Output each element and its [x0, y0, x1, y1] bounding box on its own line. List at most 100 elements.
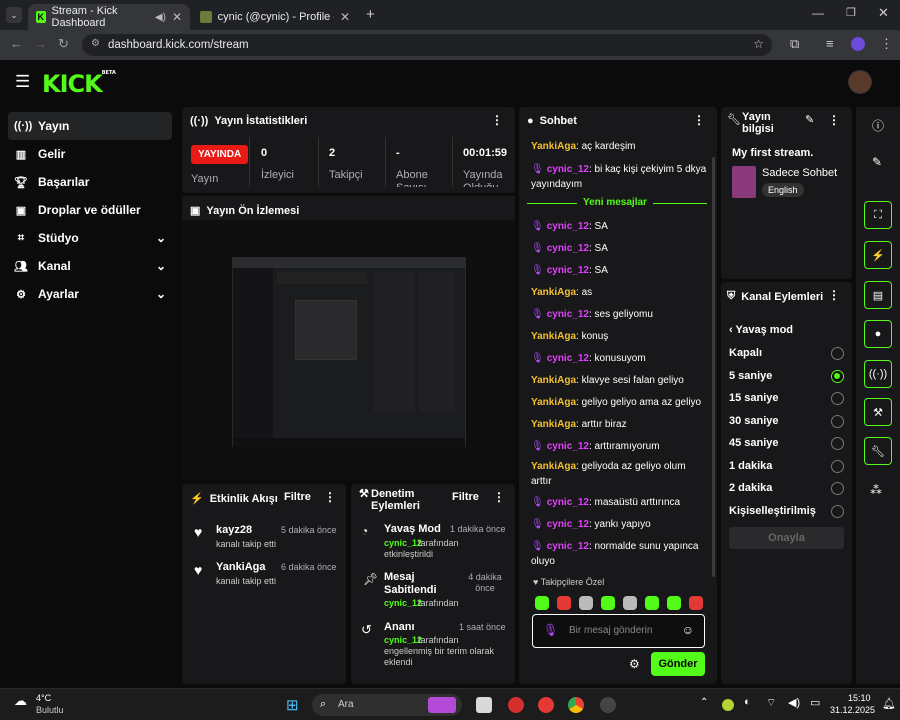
emote-icon[interactable] [689, 596, 703, 610]
hamburger-menu-icon[interactable]: ☰ [15, 72, 30, 92]
sidebar-item-yayin[interactable]: ((·)) Yayın [8, 112, 172, 140]
radio-button[interactable] [831, 347, 844, 360]
chevron-down-icon[interactable]: ⌄ [156, 287, 166, 301]
weather-temp[interactable]: 4°C [36, 693, 51, 703]
wifi-icon[interactable]: ⌔ [766, 696, 776, 710]
avatar[interactable] [848, 70, 872, 94]
tab-search-button[interactable]: ⌄ [6, 7, 22, 23]
clock-time[interactable]: 15:10 [848, 693, 871, 703]
radio-button[interactable] [831, 369, 844, 383]
document-icon[interactable]: ▤ [864, 281, 892, 309]
emote-icon[interactable] [579, 596, 593, 610]
share-icon[interactable]: ⁂ [870, 483, 882, 497]
radio-button[interactable] [831, 504, 844, 518]
new-tab-button[interactable]: + [366, 6, 375, 23]
bookmark-star-icon[interactable]: ☆ [753, 37, 764, 51]
volume-icon[interactable]: ◀) [788, 696, 800, 709]
wrench-icon[interactable]: 🔧︎ [864, 437, 892, 465]
tray-chevron-icon[interactable]: ⌃ [700, 697, 708, 708]
chevron-down-icon[interactable]: ⌄ [156, 259, 166, 273]
emote-icon[interactable] [623, 596, 637, 610]
stream-preview-video[interactable] [232, 257, 466, 447]
chat-username[interactable]: YankiAga [531, 397, 576, 408]
emote-icon[interactable] [535, 596, 549, 610]
steam-icon[interactable] [600, 697, 616, 713]
chat-username[interactable]: cynic_12 [547, 164, 589, 175]
category-name[interactable]: Sadece Sohbet [762, 167, 837, 179]
speaker-icon[interactable]: ◀) [155, 12, 166, 23]
close-tab-icon[interactable]: ✕ [340, 10, 350, 24]
address-bar[interactable]: ⚙ dashboard.kick.com/stream ☆ [82, 34, 772, 56]
sidebar-item-droplar[interactable]: ▣ Droplar ve ödüller [8, 196, 172, 224]
radio-button[interactable] [831, 437, 844, 450]
activity-user[interactable]: YankiAga [216, 561, 266, 573]
lightning-icon[interactable]: ⚡ [864, 241, 892, 269]
moderation-filter-button[interactable]: Filtre [452, 491, 479, 503]
task-view-icon[interactable] [476, 697, 492, 713]
emote-icon[interactable] [667, 596, 681, 610]
reload-icon[interactable]: ↻ [58, 36, 69, 52]
activity-filter-button[interactable]: Filtre [284, 491, 311, 503]
confirm-button[interactable]: Onayla [729, 527, 844, 549]
chat-username[interactable]: YankiAga [531, 419, 576, 430]
moderation-actor[interactable]: cynic_12 [384, 598, 422, 608]
gavel-icon[interactable]: ⚒ [864, 398, 892, 426]
broadcast-icon[interactable]: ((·)) [864, 360, 892, 388]
slow-mode-back[interactable]: ‹ Yavaş mod [729, 324, 793, 336]
chat-menu-icon[interactable]: ⋮ [693, 113, 705, 127]
chat-bubble-icon[interactable]: ● [864, 320, 892, 348]
info-icon[interactable]: ⓘ [872, 117, 884, 134]
extensions-icon[interactable]: ⧉ [790, 36, 799, 52]
chevron-down-icon[interactable]: ⌄ [156, 231, 166, 245]
emote-icon[interactable] [601, 596, 615, 610]
windows-start-icon[interactable]: ⊞ [286, 696, 299, 714]
site-info-icon[interactable]: ⚙ [91, 38, 100, 49]
edit-pencil-icon[interactable]: ✎ [805, 113, 814, 126]
maximize-button[interactable]: ❐ [846, 6, 856, 19]
emote-icon[interactable] [645, 596, 659, 610]
radio-button[interactable] [831, 414, 844, 428]
radio-button[interactable] [831, 392, 844, 405]
emote-icon[interactable] [557, 596, 571, 610]
chat-username[interactable]: cynic_12 [547, 353, 589, 364]
chat-username[interactable]: YankiAga [531, 461, 576, 472]
close-tab-icon[interactable]: ✕ [172, 10, 182, 24]
chat-username[interactable]: cynic_12 [547, 309, 589, 320]
emoji-icon[interactable]: ☺ [682, 623, 694, 637]
chat-username[interactable]: cynic_12 [547, 243, 589, 254]
stream-info-menu-icon[interactable]: ⋮ [828, 113, 840, 127]
back-icon[interactable]: ← [10, 36, 23, 51]
channel-actions-menu-icon[interactable]: ⋮ [828, 288, 840, 302]
activity-menu-icon[interactable]: ⋮ [324, 490, 336, 504]
chat-username[interactable]: YankiAga [531, 331, 576, 342]
tray-steam-icon[interactable]: ◐ [744, 696, 751, 708]
opera-gx-icon[interactable] [508, 697, 524, 713]
chat-scrollbar[interactable] [712, 157, 715, 577]
sidebar-item-studyo[interactable]: ⌗ Stüdyo ⌄ [8, 224, 172, 252]
chat-settings-icon[interactable]: ⚙ [629, 657, 640, 671]
forward-icon[interactable]: → [34, 36, 47, 51]
chat-username[interactable]: cynic_12 [547, 541, 589, 552]
activity-user[interactable]: kayz28 [216, 524, 252, 536]
chat-username[interactable]: YankiAga [531, 375, 576, 386]
stats-menu-icon[interactable]: ⋮ [491, 113, 503, 127]
battery-icon[interactable]: ▭ [810, 696, 820, 709]
mic-icon[interactable]: 🎙︎ [543, 623, 558, 637]
browser-menu-icon[interactable]: ⋮ [880, 36, 893, 52]
profile-icon[interactable] [851, 37, 865, 51]
chat-username[interactable]: cynic_12 [547, 265, 589, 276]
notification-bell-icon[interactable]: 🔔︎ [882, 697, 896, 710]
chat-username[interactable]: cynic_12 [547, 519, 589, 530]
tab-stream[interactable]: K Stream - Kick Dashboard ◀) ✕ [28, 4, 190, 30]
taskbar-search[interactable]: ⌕ Ara [312, 694, 462, 716]
chat-input[interactable]: 🎙︎ Bir mesaj gönderin ☺ [532, 614, 705, 648]
tab-profile[interactable]: cynic (@cynic) - Profile - Quizei ✕ [192, 4, 358, 30]
window-close-button[interactable]: ✕ [878, 5, 889, 21]
media-icon[interactable]: ≡ [826, 36, 834, 51]
chat-username[interactable]: YankiAga [531, 287, 576, 298]
moderation-menu-icon[interactable]: ⋮ [493, 490, 505, 504]
chat-username[interactable]: YankiAga [531, 141, 576, 152]
kick-logo[interactable]: KICKBETA [42, 70, 116, 98]
chat-username[interactable]: cynic_12 [547, 497, 589, 508]
chat-username[interactable]: cynic_12 [547, 441, 589, 452]
